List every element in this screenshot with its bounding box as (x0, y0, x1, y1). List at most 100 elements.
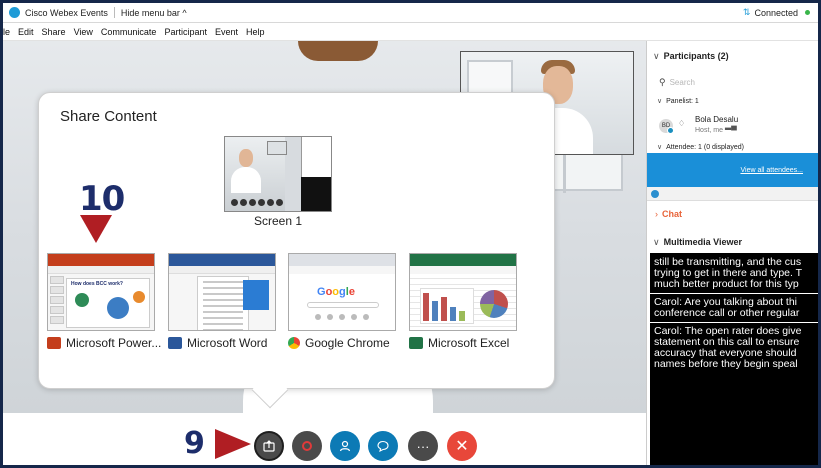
chrome-label-text: Google Chrome (305, 336, 390, 350)
step-10-arrow-icon (80, 215, 112, 243)
powerpoint-label[interactable]: Microsoft Power... (47, 336, 161, 350)
panel-toolbar (647, 187, 818, 201)
word-document (197, 276, 249, 330)
powerpoint-thumbnail[interactable]: How does BCC work? (47, 253, 155, 331)
menu-event[interactable]: Event (215, 27, 238, 37)
share-content-title: Share Content (60, 108, 157, 125)
screen-thumb-captions (301, 177, 331, 211)
caption-line: conference call or other regular (654, 307, 800, 319)
participant-search-input[interactable]: ⚲ Search (659, 75, 817, 89)
word-label-text: Microsoft Word (187, 336, 268, 350)
attendee-group-label: Attendee: 1 (0 displayed) (666, 144, 744, 151)
search-icon: ⚲ (659, 76, 666, 87)
webex-logo-icon (9, 7, 20, 18)
caption-line: names before they begin speal (654, 358, 798, 370)
step-9-annotation: 9 (184, 426, 205, 461)
menu-participant[interactable]: Participant (164, 27, 207, 37)
connection-icon: ⇅ (742, 7, 751, 17)
menu-edit[interactable]: Edit (18, 27, 34, 37)
google-logo: Google (317, 286, 355, 298)
ppt-toolbar (48, 266, 154, 274)
chevron-down-icon: ∨ (653, 51, 660, 61)
word-icon (168, 337, 182, 349)
webex-ball-icon[interactable] (651, 190, 659, 198)
end-meeting-button[interactable]: ✕ (447, 431, 477, 461)
record-button[interactable] (292, 431, 322, 461)
audio-signal-icon: ▂▄ (725, 121, 737, 130)
attendee-banner: View all attendees... (647, 153, 818, 187)
chrome-icon (288, 337, 300, 349)
menu-communicate[interactable]: Communicate (101, 27, 157, 37)
step-10-annotation: 10 (79, 179, 125, 219)
participant-row[interactable]: BD ♢ Bola Desalu Host, me ▂▄ (659, 113, 817, 139)
participants-panel-header[interactable]: ∨ Participants (2) (653, 51, 729, 62)
ppt-circle-b (107, 297, 129, 319)
screen-thumb-pip (267, 141, 287, 155)
excel-pie-chart (480, 290, 508, 318)
excel-thumbnail[interactable] (409, 253, 517, 331)
ppt-circle-a (75, 293, 89, 307)
panelist-group[interactable]: ∨ Panelist: 1 (657, 97, 699, 105)
more-options-button[interactable]: ··· (408, 431, 438, 461)
chat-header-label: Chat (662, 209, 682, 219)
multimedia-header-label: Multimedia Viewer (663, 237, 742, 247)
screen-thumb-controls (231, 199, 295, 207)
excel-label[interactable]: Microsoft Excel (409, 336, 509, 350)
right-panel: ∨ Participants (2) ⚲ Search ∨ Panelist: 1 … (646, 41, 818, 465)
word-thumbnail[interactable] (168, 253, 276, 331)
connected-dot-icon (805, 10, 810, 15)
panelist-group-label: Panelist: 1 (666, 98, 699, 105)
chat-button[interactable] (368, 431, 398, 461)
ppt-ribbon (48, 254, 154, 266)
excel-ribbon (410, 254, 516, 266)
menu-share[interactable]: Share (42, 27, 66, 37)
ppt-circle-c (133, 291, 145, 303)
presenter-status-icon (667, 127, 674, 134)
title-separator (113, 7, 115, 18)
powerpoint-label-text: Microsoft Power... (66, 336, 162, 350)
word-label[interactable]: Microsoft Word (168, 336, 267, 350)
hide-menu-bar-button[interactable]: Hide menu bar ^ (121, 8, 187, 18)
menu-bar: ile Edit Share View Communicate Particip… (3, 23, 818, 41)
chevron-down-icon: ∨ (657, 144, 663, 151)
google-shortcuts (315, 314, 369, 320)
step-9-arrow-icon (215, 429, 251, 459)
excel-label-text: Microsoft Excel (428, 336, 510, 350)
google-search-box (307, 302, 379, 308)
chat-panel-header[interactable]: › Chat (655, 209, 682, 219)
chrome-label[interactable]: Google Chrome (288, 336, 390, 350)
participants-icon (339, 440, 351, 452)
ppt-slide: How does BCC work? (66, 278, 150, 328)
view-all-attendees-link[interactable]: View all attendees... (740, 167, 803, 174)
share-content-button[interactable] (254, 431, 284, 461)
participants-button[interactable] (330, 431, 360, 461)
title-bar: Cisco Webex Events Hide menu bar ^ ⇅ Con… (3, 3, 818, 23)
menu-view[interactable]: View (74, 27, 93, 37)
word-toolbar (169, 266, 275, 274)
multimedia-viewer-header[interactable]: ∨ Multimedia Viewer (653, 237, 742, 248)
menu-file[interactable]: ile (3, 27, 10, 37)
powerpoint-icon (47, 337, 61, 349)
meeting-controls-bar (3, 413, 646, 465)
closed-caption-viewer: still be transmitting, and the cus tryin… (650, 253, 818, 465)
menu-help[interactable]: Help (246, 27, 265, 37)
screen-1-label[interactable]: Screen 1 (224, 214, 332, 228)
chevron-down-icon: ∨ (657, 98, 663, 105)
word-side-panel (243, 280, 269, 310)
connection-status: ⇅ Connected (743, 7, 810, 18)
host-icon: ♢ (678, 119, 686, 128)
screen-1-thumbnail[interactable] (224, 136, 332, 212)
screen-thumb-face (239, 149, 253, 167)
excel-bar-chart (420, 288, 474, 324)
connection-status-label: Connected (754, 7, 798, 18)
chrome-thumbnail[interactable]: Google (288, 253, 396, 331)
chevron-down-icon: ∨ (653, 237, 660, 247)
app-title: Cisco Webex Events (25, 7, 108, 18)
chrome-tabstrip (289, 254, 395, 266)
end-call-icon: ✕ (455, 438, 469, 455)
chevron-right-icon: › (655, 209, 658, 219)
screen-thumb-shirt (231, 167, 261, 193)
search-placeholder: Search (669, 77, 695, 87)
attendee-group[interactable]: ∨ Attendee: 1 (0 displayed) (657, 143, 744, 151)
participant-role: Host, me (695, 127, 724, 134)
